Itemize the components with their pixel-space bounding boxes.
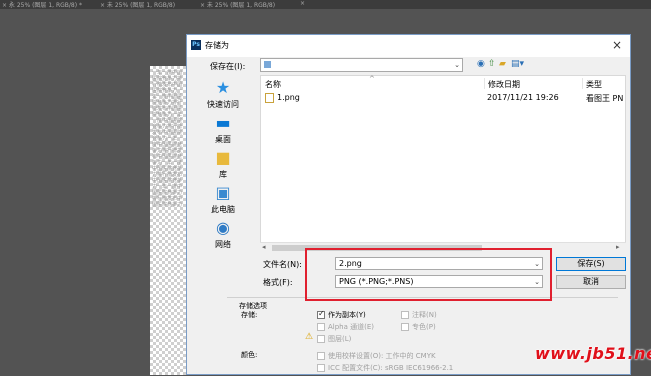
column-divider[interactable]: [582, 78, 583, 89]
png-file-icon: [265, 93, 274, 103]
highlight-box: [305, 248, 552, 301]
place-label: 库: [219, 170, 227, 179]
close-icon[interactable]: ×: [612, 38, 622, 52]
layers-label: 图层(L): [328, 335, 352, 343]
back-icon[interactable]: ◉: [477, 59, 485, 69]
document-tab[interactable]: × 未 25% (图层 1, RGB/8): [200, 0, 275, 9]
place-libraries[interactable]: ■ 库: [195, 149, 251, 180]
file-type: 看图王 PN: [586, 94, 624, 103]
place-label: 快速访问: [207, 100, 239, 109]
icc-checkbox[interactable]: [317, 364, 325, 372]
filename-label: 文件名(N):: [263, 260, 302, 269]
column-divider[interactable]: [484, 78, 485, 89]
notes-checkbox[interactable]: [401, 311, 409, 319]
place-desktop[interactable]: ▬ 桌面: [195, 114, 251, 145]
as-copy-label: 作为副本(Y): [328, 311, 366, 319]
folder-icon: [264, 61, 271, 68]
view-menu-icon[interactable]: ▤▾: [511, 59, 524, 69]
column-header-type[interactable]: 类型: [586, 79, 602, 90]
place-network[interactable]: ◉ 网络: [195, 219, 251, 250]
document-tab[interactable]: ×: [300, 0, 305, 7]
place-label: 网络: [215, 240, 231, 249]
color-label: 颜色:: [241, 351, 258, 359]
cancel-button[interactable]: 取消: [556, 275, 626, 289]
place-label: 桌面: [215, 135, 231, 144]
column-header-date[interactable]: 修改日期: [488, 79, 520, 90]
sort-up-icon: ^: [369, 75, 375, 83]
new-folder-icon[interactable]: ▰: [499, 59, 506, 69]
alpha-checkbox[interactable]: [317, 323, 325, 331]
place-this-pc[interactable]: ▣ 此电脑: [195, 184, 251, 215]
scroll-right-icon[interactable]: ▸: [616, 243, 620, 251]
document-tabs: × 永 25% (图层 1, RGB/8) * × 未 25% (图层 1, R…: [0, 0, 651, 9]
layers-checkbox[interactable]: [317, 335, 325, 343]
scroll-left-icon[interactable]: ◂: [262, 243, 266, 251]
save-button[interactable]: 保存(S): [556, 257, 626, 271]
save-as-dialog: Ps 存储为 × 保存在(I): 桌面 ⌄ ◉ ⇧ ▰ ▤▾ ★ 快速访问 ▬ …: [186, 34, 631, 375]
document-tab[interactable]: × 未 25% (图层 1, RGB/8): [100, 0, 175, 9]
up-folder-icon[interactable]: ⇧: [488, 59, 496, 69]
alpha-label: Alpha 通道(E): [328, 323, 375, 331]
dialog-title: 存储为: [205, 41, 229, 50]
photoshop-app-icon: Ps: [191, 40, 201, 50]
place-label: 此电脑: [211, 205, 235, 214]
spot-checkbox[interactable]: [401, 323, 409, 331]
icc-label: ICC 配置文件(C): sRGB IEC61966-2.1: [328, 364, 454, 372]
chevron-down-icon: ⌄: [454, 61, 460, 69]
spot-label: 专色(P): [412, 323, 436, 331]
star-icon: ★: [215, 78, 231, 97]
save-in-label: 保存在(I):: [210, 62, 246, 71]
watermark: www.jb51.net: [535, 344, 651, 363]
document-canvas: 一年一度中国医院竞争力排行榜发布中国医院竞争力一年一度中国医院竞争力排行榜发布中…: [150, 66, 186, 375]
library-icon: ■: [215, 148, 231, 167]
file-row[interactable]: 1.png 2017/11/21 19:26 看图王 PN: [263, 92, 623, 104]
computer-icon: ▣: [215, 183, 231, 202]
as-copy-checkbox[interactable]: [317, 309, 325, 319]
network-icon: ◉: [216, 218, 230, 237]
warning-icon: ⚠: [305, 332, 314, 342]
file-name: 1.png: [277, 93, 300, 102]
proof-checkbox[interactable]: [317, 352, 325, 360]
proof-label: 使用校样设置(O): 工作中的 CMYK: [328, 352, 436, 360]
dialog-titlebar[interactable]: Ps 存储为 ×: [187, 35, 630, 57]
file-date: 2017/11/21 19:26: [487, 93, 559, 102]
save-in-dropdown[interactable]: 桌面 ⌄: [260, 58, 463, 72]
document-tab[interactable]: × 永 25% (图层 1, RGB/8) *: [2, 0, 82, 9]
places-bar: ★ 快速访问 ▬ 桌面 ■ 库 ▣ 此电脑 ◉ 网络: [195, 79, 251, 254]
canvas-text: 一年一度中国医院竞争力排行榜发布中国医院竞争力一年一度中国医院竞争力排行榜发布中…: [152, 70, 183, 208]
place-quick-access[interactable]: ★ 快速访问: [195, 79, 251, 110]
format-label: 格式(F):: [263, 278, 293, 287]
column-header-name[interactable]: 名称: [265, 79, 281, 90]
save-options-panel: 存储选项 存储: 作为副本(Y) 注释(N) Alpha 通道(E) 专色(P)…: [227, 297, 618, 376]
file-list[interactable]: 名称 ^ 修改日期 类型 1.png 2017/11/21 19:26 看图王 …: [260, 75, 626, 253]
notes-label: 注释(N): [412, 311, 437, 319]
store-label: 存储:: [241, 311, 258, 319]
desktop-icon: ▬: [215, 113, 231, 132]
